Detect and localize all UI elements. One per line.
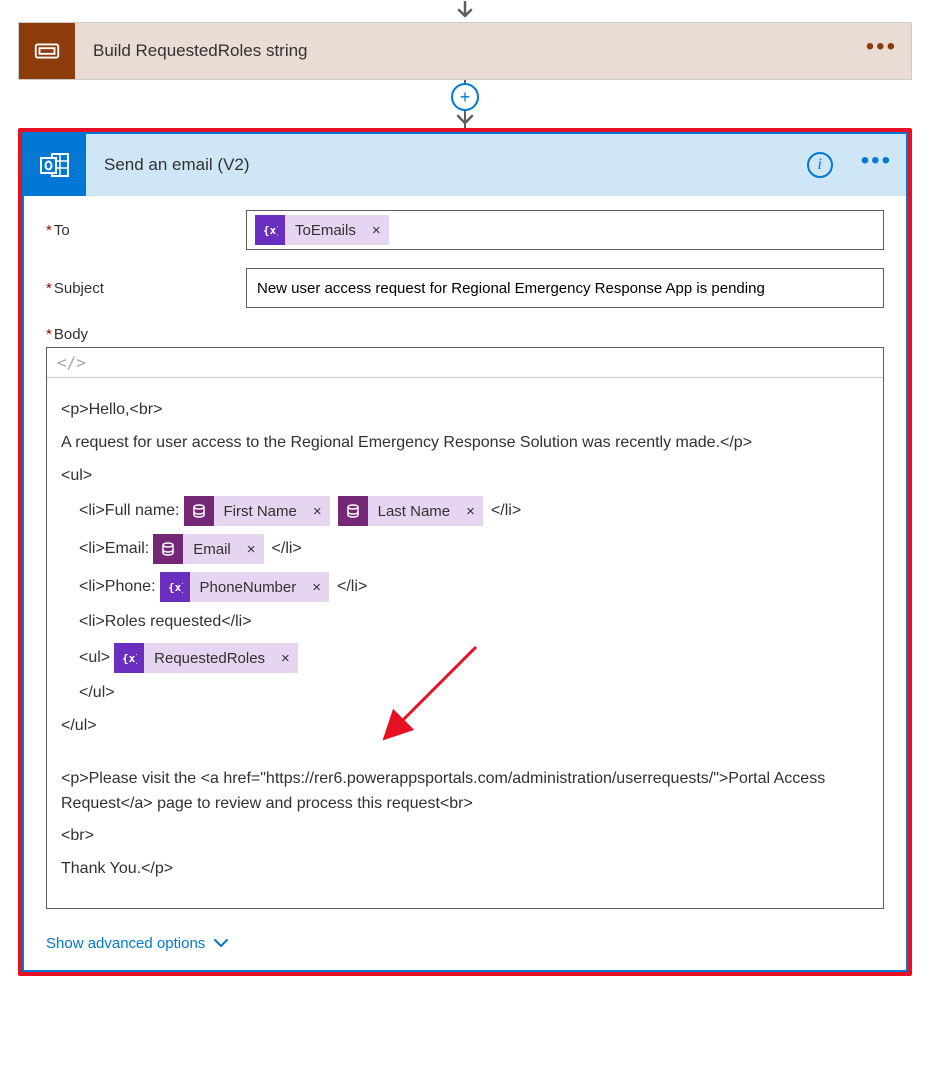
token-requestedroles[interactable]: {x} RequestedRoles ×: [114, 643, 298, 673]
body-line: A request for user access to the Regiona…: [61, 431, 752, 456]
body-editor[interactable]: </> <p>Hello,<br> A request for user acc…: [46, 347, 884, 909]
advanced-options-label: Show advanced options: [46, 935, 205, 952]
step1-title: Build RequestedRoles string: [93, 41, 848, 61]
step-build-requested-roles[interactable]: Build RequestedRoles string •••: [18, 22, 912, 80]
svg-text:{x}: {x}: [122, 652, 137, 665]
variable-token-icon: {x}: [255, 215, 285, 245]
datasource-token-icon: [184, 496, 214, 526]
body-line: <ul>: [61, 464, 92, 489]
body-line: <li>Phone:: [79, 575, 156, 600]
body-line: <p>Hello,<br>: [61, 398, 162, 423]
token-remove[interactable]: ×: [364, 222, 389, 239]
token-phonenumber[interactable]: {x} PhoneNumber ×: [160, 572, 330, 602]
body-line: <li>Roles requested</li>: [79, 610, 252, 635]
body-toolbar: </>: [47, 348, 883, 378]
body-content[interactable]: <p>Hello,<br> A request for user access …: [47, 378, 883, 908]
token-remove[interactable]: ×: [239, 538, 264, 561]
token-remove[interactable]: ×: [458, 500, 483, 523]
body-line: <ul>: [79, 646, 110, 671]
subject-input[interactable]: [255, 279, 875, 298]
body-line: </ul>: [61, 714, 97, 739]
body-line: <p>Please visit the <a href="https://rer…: [61, 767, 869, 817]
to-field[interactable]: {x} ToEmails ×: [246, 210, 884, 250]
body-line: <br>: [61, 824, 94, 849]
body-line: Thank You.</p>: [61, 857, 173, 882]
variable-icon: [19, 23, 75, 79]
token-remove[interactable]: ×: [304, 576, 329, 599]
variable-token-icon: {x}: [160, 572, 190, 602]
step2-more-menu[interactable]: •••: [861, 161, 892, 169]
token-label: Email: [183, 538, 239, 561]
token-label: RequestedRoles: [144, 647, 273, 670]
flow-arrow-top: [18, 0, 912, 22]
body-line: </ul>: [79, 681, 115, 706]
step-send-email: Send an email (V2) i ••• *To {x} ToEmail…: [22, 132, 908, 972]
to-label: *To: [46, 222, 246, 239]
code-view-toggle[interactable]: </>: [57, 353, 86, 372]
datasource-token-icon: [153, 534, 183, 564]
info-icon[interactable]: i: [807, 152, 833, 178]
token-label: Last Name: [368, 500, 459, 523]
body-line: </li>: [337, 575, 367, 600]
chevron-down-icon: [213, 936, 229, 950]
token-remove[interactable]: ×: [273, 647, 298, 670]
token-firstname[interactable]: First Name ×: [184, 496, 330, 526]
body-line: </li>: [272, 537, 302, 562]
step-send-email-highlight: Send an email (V2) i ••• *To {x} ToEmail…: [18, 128, 912, 976]
token-label: First Name: [214, 500, 305, 523]
token-lastname[interactable]: Last Name ×: [338, 496, 483, 526]
svg-text:{x}: {x}: [263, 224, 278, 237]
body-line: </li>: [491, 499, 521, 524]
step2-header[interactable]: Send an email (V2) i •••: [24, 134, 906, 196]
datasource-token-icon: [338, 496, 368, 526]
variable-token-icon: {x}: [114, 643, 144, 673]
body-line: <li>Full name:: [79, 499, 180, 524]
subject-field[interactable]: [246, 268, 884, 308]
subject-label: *Subject: [46, 280, 246, 297]
token-remove[interactable]: ×: [305, 500, 330, 523]
token-toemails[interactable]: {x} ToEmails ×: [255, 215, 389, 245]
body-line: <li>Email:: [79, 537, 149, 562]
svg-text:{x}: {x}: [168, 581, 183, 594]
token-label: ToEmails: [285, 222, 364, 239]
add-step-button[interactable]: +: [451, 83, 479, 111]
body-label: *Body: [46, 326, 88, 343]
step2-title: Send an email (V2): [104, 155, 789, 175]
flow-arrow-mid: [456, 113, 474, 130]
outlook-icon: [24, 134, 86, 196]
token-label: PhoneNumber: [190, 576, 305, 599]
token-email[interactable]: Email ×: [153, 534, 263, 564]
show-advanced-options[interactable]: Show advanced options: [46, 935, 884, 952]
step1-more-menu[interactable]: •••: [866, 47, 897, 55]
